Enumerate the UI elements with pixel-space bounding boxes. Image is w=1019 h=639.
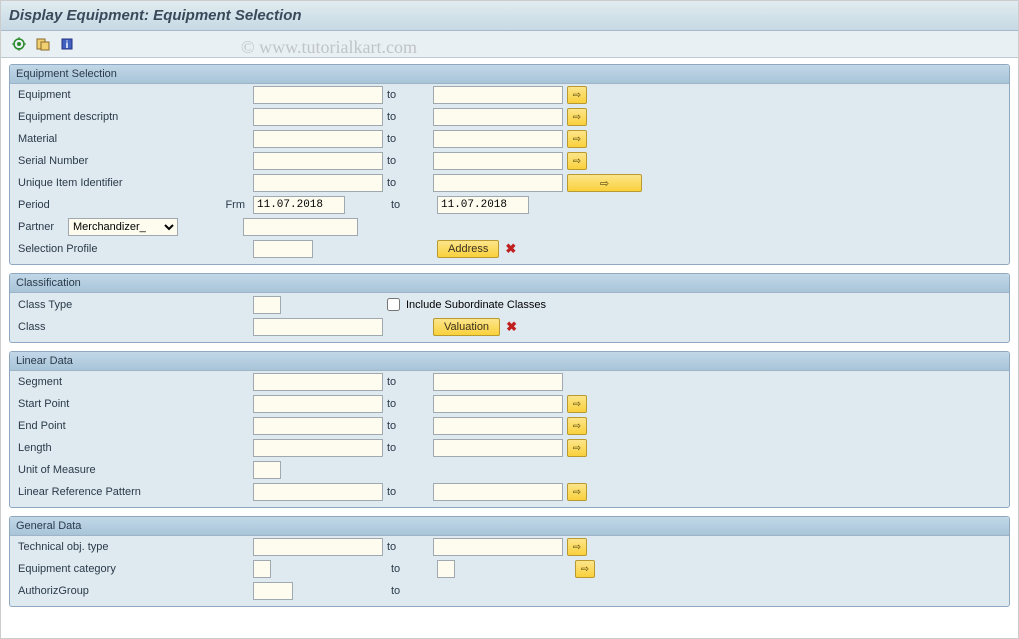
multiple-selection-icon[interactable]: ⇨ [575,560,595,578]
variant-icon[interactable] [33,35,53,53]
group-linear-data: Linear Data Segment to Start Point to ⇨ … [9,351,1010,508]
equipment-from-input[interactable] [253,86,383,104]
auth-group-from-input[interactable] [253,582,293,600]
title-bar: Display Equipment: Equipment Selection [1,1,1018,31]
multiple-selection-icon[interactable]: ⇨ [567,395,587,413]
lrp-to-input[interactable] [433,483,563,501]
tech-obj-to-input[interactable] [433,538,563,556]
group-classification: Classification Class Type Include Subord… [9,273,1010,343]
multiple-selection-icon[interactable]: ⇨ [567,152,587,170]
material-from-input[interactable] [253,130,383,148]
length-label: Length [18,442,158,454]
page-title: Display Equipment: Equipment Selection [9,7,1010,24]
group-title: Classification [10,274,1009,293]
multiple-selection-icon[interactable]: ⇨ [567,417,587,435]
lrp-label: Linear Reference Pattern [18,486,158,498]
selection-profile-input[interactable] [253,240,313,258]
address-button[interactable]: Address [437,240,499,258]
class-type-input[interactable] [253,296,281,314]
end-point-label: End Point [18,420,158,432]
equipment-desc-to-input[interactable] [433,108,563,126]
serial-from-input[interactable] [253,152,383,170]
equip-cat-to-input[interactable] [437,560,455,578]
tech-obj-from-input[interactable] [253,538,383,556]
multiple-selection-wide-icon[interactable]: ⇨ [567,174,642,192]
uii-label: Unique Item Identifier [18,177,158,189]
class-type-label: Class Type [18,299,158,311]
uii-from-input[interactable] [253,174,383,192]
length-to-input[interactable] [433,439,563,457]
equip-cat-label: Equipment category [18,563,158,575]
toolbar: i [1,31,1018,58]
multiple-selection-icon[interactable]: ⇨ [567,439,587,457]
segment-from-input[interactable] [253,373,383,391]
uii-to-input[interactable] [433,174,563,192]
uom-label: Unit of Measure [18,464,158,476]
equipment-label: Equipment [18,89,158,101]
equipment-desc-from-input[interactable] [253,108,383,126]
segment-label: Segment [18,376,158,388]
cancel-icon[interactable]: ✖ [505,241,516,257]
equipment-to-input[interactable] [433,86,563,104]
multiple-selection-icon[interactable]: ⇨ [567,538,587,556]
partner-label: Partner [18,221,68,233]
period-label: Period [18,199,158,211]
execute-icon[interactable] [9,35,29,53]
material-label: Material [18,133,158,145]
end-point-to-input[interactable] [433,417,563,435]
include-subordinate-label: Include Subordinate Classes [406,299,546,311]
multiple-selection-icon[interactable]: ⇨ [567,86,587,104]
group-title: Linear Data [10,352,1009,371]
group-title: Equipment Selection [10,65,1009,84]
multiple-selection-icon[interactable]: ⇨ [567,130,587,148]
group-equipment-selection: Equipment Selection Equipment to ⇨ Equip… [9,64,1010,265]
equip-cat-from-input[interactable] [253,560,271,578]
class-input[interactable] [253,318,383,336]
selection-profile-label: Selection Profile [18,243,158,255]
segment-to-input[interactable] [433,373,563,391]
start-point-from-input[interactable] [253,395,383,413]
period-sub-label: Frm [158,199,253,211]
partner-select[interactable]: Merchandizer_ [68,218,178,236]
include-subordinate-checkbox[interactable] [387,298,400,311]
period-from-input[interactable] [253,196,345,214]
material-to-input[interactable] [433,130,563,148]
info-icon[interactable]: i [57,35,77,53]
start-point-to-input[interactable] [433,395,563,413]
tech-obj-label: Technical obj. type [18,541,158,553]
partner-input[interactable] [243,218,358,236]
serial-to-input[interactable] [433,152,563,170]
multiple-selection-icon[interactable]: ⇨ [567,108,587,126]
length-from-input[interactable] [253,439,383,457]
cancel-icon[interactable]: ✖ [506,319,517,335]
valuation-button[interactable]: Valuation [433,318,500,336]
start-point-label: Start Point [18,398,158,410]
equipment-desc-label: Equipment descriptn [18,111,158,123]
lrp-from-input[interactable] [253,483,383,501]
serial-label: Serial Number [18,155,158,167]
period-to-input[interactable] [437,196,529,214]
multiple-selection-icon[interactable]: ⇨ [567,483,587,501]
group-title: General Data [10,517,1009,536]
auth-group-label: AuthorizGroup [18,585,158,597]
end-point-from-input[interactable] [253,417,383,435]
uom-input[interactable] [253,461,281,479]
group-general-data: General Data Technical obj. type to ⇨ Eq… [9,516,1010,607]
class-label: Class [18,321,158,333]
svg-text:i: i [66,40,69,51]
